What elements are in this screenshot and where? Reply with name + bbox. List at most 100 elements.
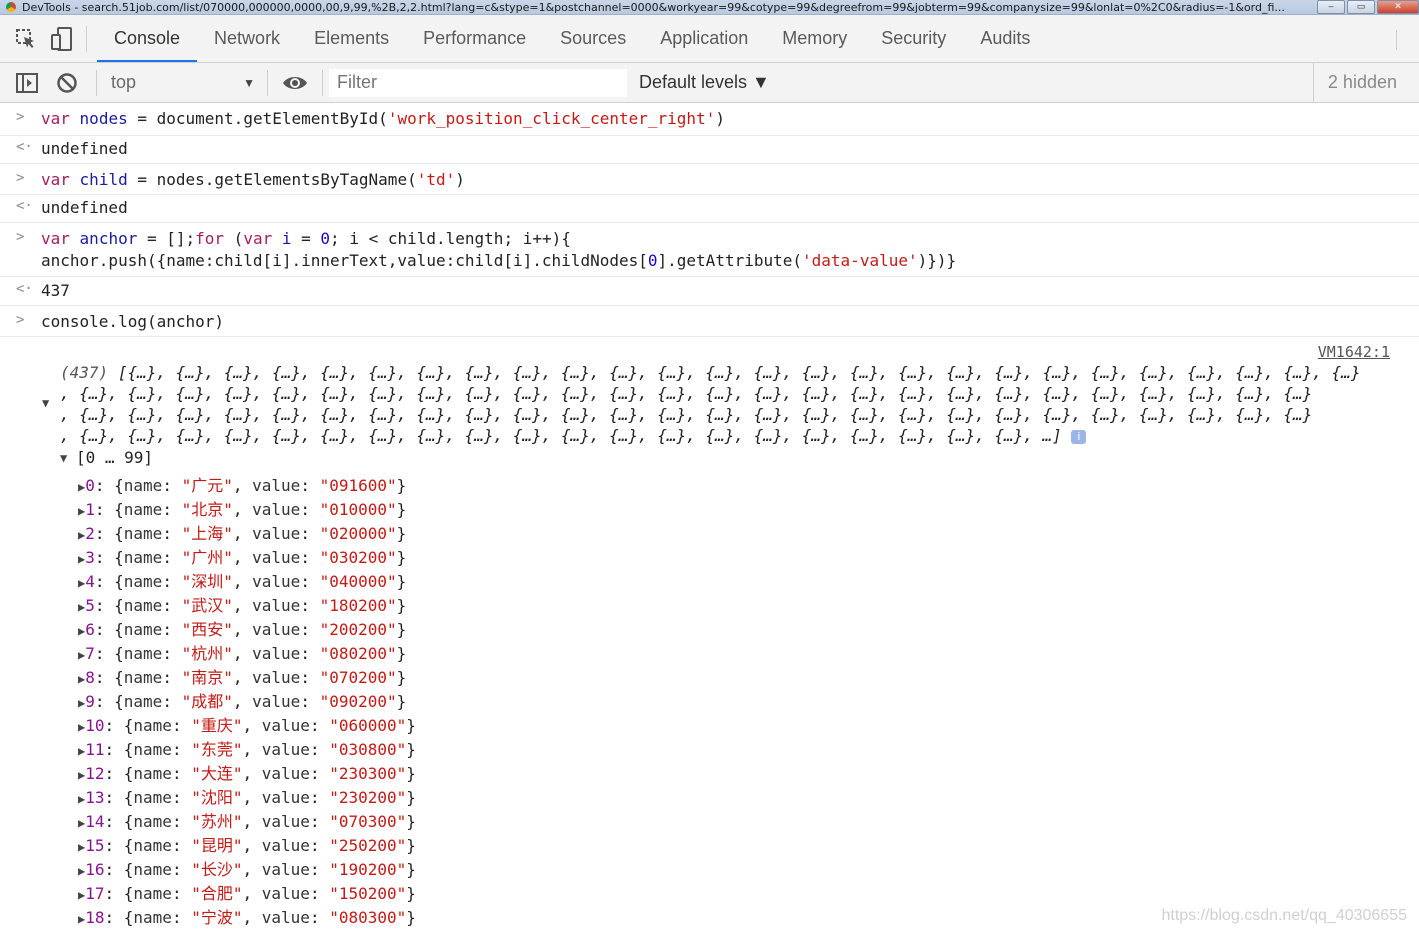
- result-value: undefined: [41, 139, 128, 158]
- console-input-line: > var nodes = document.getElementById('w…: [0, 103, 1419, 136]
- prop-name-value: 广元: [191, 476, 224, 495]
- toolbar-divider: [1396, 30, 1397, 50]
- array-item-row[interactable]: ▶9: {name: "成都", value: "090200"}: [78, 688, 406, 712]
- context-selector[interactable]: top ▼: [97, 68, 267, 98]
- prop-value-value: 080300: [338, 908, 397, 927]
- array-item-row[interactable]: ▶4: {name: "深圳", value: "040000"}: [78, 568, 406, 592]
- context-value: top: [111, 72, 137, 92]
- prop-name-value: 沈阳: [200, 788, 233, 807]
- info-icon[interactable]: i: [1071, 429, 1087, 444]
- expand-triangle-icon[interactable]: ▼: [60, 451, 67, 465]
- tab-network[interactable]: Network: [197, 15, 297, 62]
- tab-console[interactable]: Console: [97, 15, 198, 62]
- console-result-line: <· undefined: [0, 194, 1419, 223]
- prop-key: value: [261, 740, 310, 759]
- prop-name-value: 杭州: [191, 644, 224, 663]
- prop-key: name: [123, 572, 163, 591]
- tab-audits[interactable]: Audits: [963, 15, 1047, 62]
- source-link[interactable]: VM1642:1: [1318, 343, 1390, 361]
- prop-name-value: 武汉: [191, 596, 224, 615]
- window-title: DevTools - search.51job.com/list/070000,…: [22, 0, 1285, 14]
- prop-key: name: [133, 716, 172, 735]
- prop-key: name: [133, 740, 172, 759]
- tab-memory[interactable]: Memory: [765, 15, 864, 62]
- prop-value-value: 060000: [338, 716, 397, 735]
- prop-name-value: 昆明: [200, 836, 233, 855]
- prop-key: value: [261, 716, 310, 735]
- expand-triangle-icon[interactable]: ▼: [42, 396, 49, 410]
- array-item-row[interactable]: ▶15: {name: "昆明", value: "250200"}: [78, 832, 416, 856]
- array-index: 5: [85, 596, 95, 615]
- prop-key: name: [123, 692, 163, 711]
- prop-value-value: 250200: [338, 836, 397, 855]
- array-range-group[interactable]: [0 … 99]: [76, 448, 153, 467]
- array-item-row[interactable]: ▶18: {name: "宁波", value: "080300"}: [78, 904, 416, 928]
- array-item-row[interactable]: ▶7: {name: "杭州", value: "080200"}: [78, 640, 406, 664]
- array-index: 17: [85, 884, 105, 903]
- array-item-row[interactable]: ▶5: {name: "武汉", value: "180200"}: [78, 592, 406, 616]
- console-command-continued[interactable]: anchor.push({name:child[i].innerText,val…: [41, 251, 956, 270]
- tab-security[interactable]: Security: [864, 15, 963, 62]
- console-toolbar: top ▼ Default levels ▼ 2 hidden: [0, 63, 1419, 103]
- prop-value-value: 070200: [329, 668, 388, 687]
- array-preview-row[interactable]: (437) [{…}, {…}, {…}, {…}, {…}, {…}, {…}…: [60, 363, 1360, 382]
- console-output: > var nodes = document.getElementById('w…: [0, 103, 1419, 935]
- array-item-row[interactable]: ▶14: {name: "苏州", value: "070300"}: [78, 808, 416, 832]
- prop-key: value: [261, 860, 310, 879]
- log-levels-dropdown[interactable]: Default levels ▼: [639, 72, 770, 93]
- console-result-line: <· undefined: [0, 135, 1419, 164]
- array-item-row[interactable]: ▶13: {name: "沈阳", value: "230200"}: [78, 784, 416, 808]
- array-item-row[interactable]: ▶0: {name: "广元", value: "091600"}: [78, 472, 406, 496]
- hidden-messages-count: 2 hidden: [1312, 63, 1397, 102]
- live-expression-eye-icon[interactable]: [280, 68, 310, 98]
- array-item-row[interactable]: ▶16: {name: "长沙", value: "190200"}: [78, 856, 416, 880]
- minimize-button[interactable]: ‒: [1317, 0, 1345, 14]
- tab-elements[interactable]: Elements: [297, 15, 406, 62]
- prop-value-value: 070300: [338, 812, 397, 831]
- console-command[interactable]: var anchor = [];for (var i = 0; i < chil…: [41, 229, 571, 248]
- prop-key: name: [133, 764, 172, 783]
- array-item-row[interactable]: ▶3: {name: "广州", value: "030200"}: [78, 544, 406, 568]
- result-arrow-icon: <·: [16, 139, 33, 155]
- prop-key: value: [252, 596, 301, 615]
- prop-value-value: 230300: [338, 764, 397, 783]
- array-item-row[interactable]: ▶2: {name: "上海", value: "020000"}: [78, 520, 406, 544]
- prop-key: name: [123, 524, 163, 543]
- result-value: 437: [41, 281, 70, 300]
- tab-sources[interactable]: Sources: [543, 15, 643, 62]
- prop-key: name: [133, 908, 172, 927]
- show-sidebar-icon[interactable]: [12, 68, 42, 98]
- array-item-row[interactable]: ▶1: {name: "北京", value: "010000"}: [78, 496, 406, 520]
- array-item-row[interactable]: ▶10: {name: "重庆", value: "060000"}: [78, 712, 416, 736]
- prop-key: name: [123, 596, 163, 615]
- prop-key: value: [261, 812, 310, 831]
- array-item-row[interactable]: ▶17: {name: "合肥", value: "150200"}: [78, 880, 416, 904]
- array-index: 10: [85, 716, 105, 735]
- console-command[interactable]: var child = nodes.getElementsByTagName('…: [41, 170, 465, 189]
- close-button[interactable]: ✕: [1377, 0, 1419, 14]
- console-input-line: > var anchor = [];for (var i = 0; i < ch…: [0, 223, 1419, 277]
- result-value: undefined: [41, 198, 128, 217]
- array-item-row[interactable]: ▶6: {name: "西安", value: "200200"}: [78, 616, 406, 640]
- tab-performance[interactable]: Performance: [406, 15, 543, 62]
- device-toolbar-icon[interactable]: [46, 23, 78, 55]
- console-command[interactable]: console.log(anchor): [41, 312, 224, 331]
- prop-value-value: 040000: [329, 572, 388, 591]
- inspect-element-icon[interactable]: [10, 23, 42, 55]
- prop-name-value: 广州: [191, 548, 224, 567]
- array-item-row[interactable]: ▶11: {name: "东莞", value: "030800"}: [78, 736, 416, 760]
- prop-key: name: [123, 668, 163, 687]
- array-index: 2: [85, 524, 95, 543]
- prop-value-value: 180200: [329, 596, 388, 615]
- prompt-chevron-icon: >: [16, 170, 25, 186]
- array-item-row[interactable]: ▶8: {name: "南京", value: "070200"}: [78, 664, 406, 688]
- console-command[interactable]: var nodes = document.getElementById('wor…: [41, 109, 725, 128]
- prop-value-value: 150200: [338, 884, 397, 903]
- filter-input[interactable]: [329, 68, 627, 97]
- prop-name-value: 长沙: [200, 860, 233, 879]
- array-index: 11: [85, 740, 105, 759]
- clear-console-icon[interactable]: [52, 68, 82, 98]
- array-item-row[interactable]: ▶12: {name: "大连", value: "230300"}: [78, 760, 416, 784]
- maximize-button[interactable]: ▭: [1347, 0, 1375, 14]
- tab-application[interactable]: Application: [643, 15, 765, 62]
